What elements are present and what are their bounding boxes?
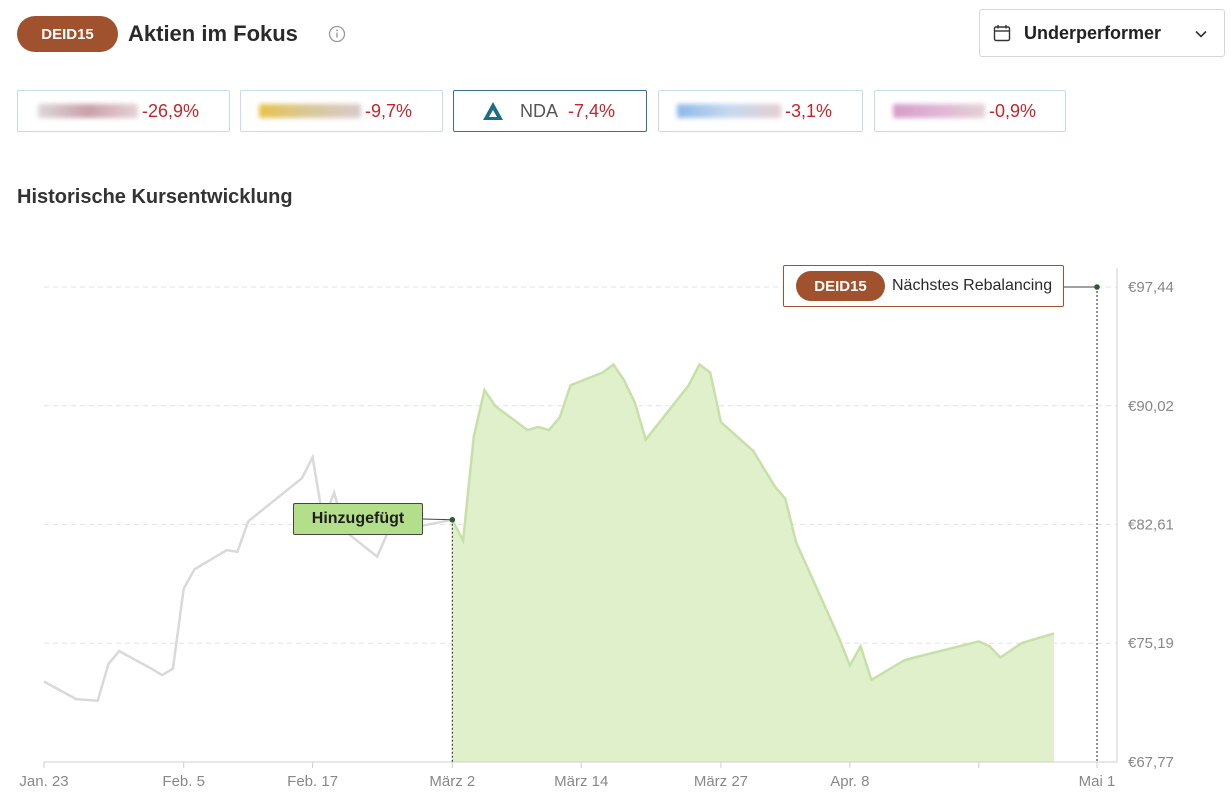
chevron-down-icon (1192, 25, 1210, 43)
header: DEID15 Aktien im Fokus (17, 16, 346, 52)
period-dropdown[interactable]: Underperformer (979, 9, 1225, 57)
x-tick-label: Feb. 5 (162, 773, 205, 790)
added-marker-dot (449, 516, 456, 523)
x-tick-label: Mai 1 (1079, 773, 1116, 790)
x-tick-label: März 2 (429, 773, 475, 790)
stock-change: -9,7% (365, 100, 413, 121)
stock-change: -3,1% (785, 100, 833, 121)
y-tick-label: €82,61 (1128, 516, 1174, 533)
stock-card[interactable]: -0,9% (874, 90, 1066, 132)
x-tick-label: März 14 (554, 773, 608, 790)
section-title: Historische Kursentwicklung (17, 186, 293, 208)
stock-card[interactable]: -9,7% (240, 90, 443, 132)
page-title: Aktien im Fokus (128, 21, 298, 46)
stock-change: -26,9% (142, 100, 200, 121)
series-line-before (43, 453, 453, 703)
company-logo (259, 104, 361, 118)
stock-change: -7,4% (568, 100, 616, 121)
area-after-added (452, 364, 1054, 762)
company-logo (677, 104, 781, 118)
stock-card[interactable]: -26,9% (17, 90, 230, 132)
x-tick-label: Apr. 8 (830, 773, 869, 790)
added-connector (422, 518, 453, 521)
dropdown-value: Underperformer (1024, 22, 1162, 43)
calendar-icon (992, 23, 1012, 43)
y-tick-label: €67,77 (1128, 754, 1174, 771)
company-logo (893, 104, 985, 118)
company-logo (38, 104, 138, 118)
info-icon[interactable] (328, 25, 346, 43)
rebalancing-marker-dot (1094, 284, 1100, 290)
nordea-logo-icon (482, 101, 504, 121)
x-tick-label: März 27 (694, 773, 748, 790)
y-tick-label: €90,02 (1128, 398, 1174, 415)
rebalancing-text: Nächstes Rebalancing (892, 277, 1053, 294)
y-tick-label: €97,44 (1128, 279, 1174, 296)
rebalancing-badge: DEID15 (796, 271, 885, 301)
stock-card-nda[interactable]: NDA -7,4% (453, 90, 647, 132)
stock-symbol: NDA (520, 100, 559, 121)
added-label: Hinzugefügt (293, 503, 423, 535)
x-tick-label: Jan. 23 (19, 773, 68, 790)
y-tick-label: €75,19 (1128, 635, 1174, 652)
rebalancing-box: DEID15 Nächstes Rebalancing (783, 265, 1064, 307)
x-tick-label: Feb. 17 (287, 773, 338, 790)
stock-change: -0,9% (989, 100, 1037, 121)
index-badge[interactable]: DEID15 (17, 16, 118, 52)
stock-card[interactable]: -3,1% (658, 90, 863, 132)
